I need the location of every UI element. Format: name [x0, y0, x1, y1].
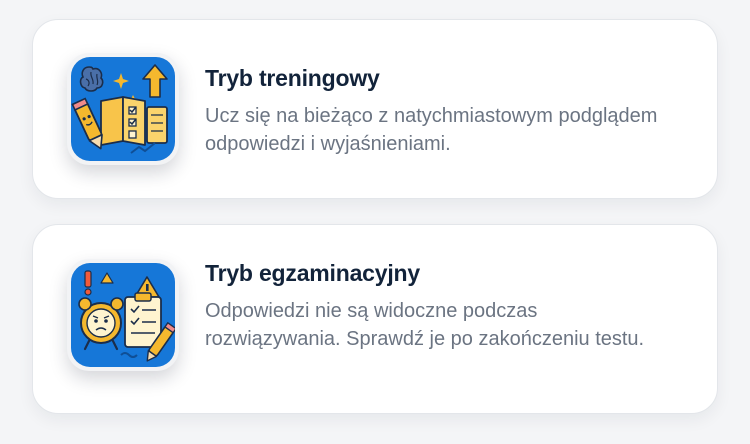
training-illustration-icon [71, 57, 175, 161]
training-mode-card[interactable]: Tryb treningowy Ucz się na bieżąco z nat… [32, 19, 718, 199]
training-mode-description: Ucz się na bieżąco z natychmiastowym pod… [205, 105, 658, 155]
exam-mode-title: Tryb egzaminacyjny [205, 260, 420, 286]
exam-mode-text: Tryb egzaminacyjny Odpowiedzi nie są wid… [205, 259, 677, 353]
mode-selection-screen: Tryb treningowy Ucz się na bieżąco z nat… [0, 0, 750, 444]
training-mode-text: Tryb treningowy Ucz się na bieżąco z nat… [205, 64, 677, 158]
training-mode-title: Tryb treningowy [205, 65, 380, 91]
exam-mode-icon-frame [67, 259, 179, 371]
training-mode-icon-frame [67, 53, 179, 165]
exam-illustration-icon [71, 263, 175, 367]
exam-mode-card[interactable]: Tryb egzaminacyjny Odpowiedzi nie są wid… [32, 224, 718, 414]
exam-mode-description: Odpowiedzi nie są widoczne podczas rozwi… [205, 300, 645, 350]
